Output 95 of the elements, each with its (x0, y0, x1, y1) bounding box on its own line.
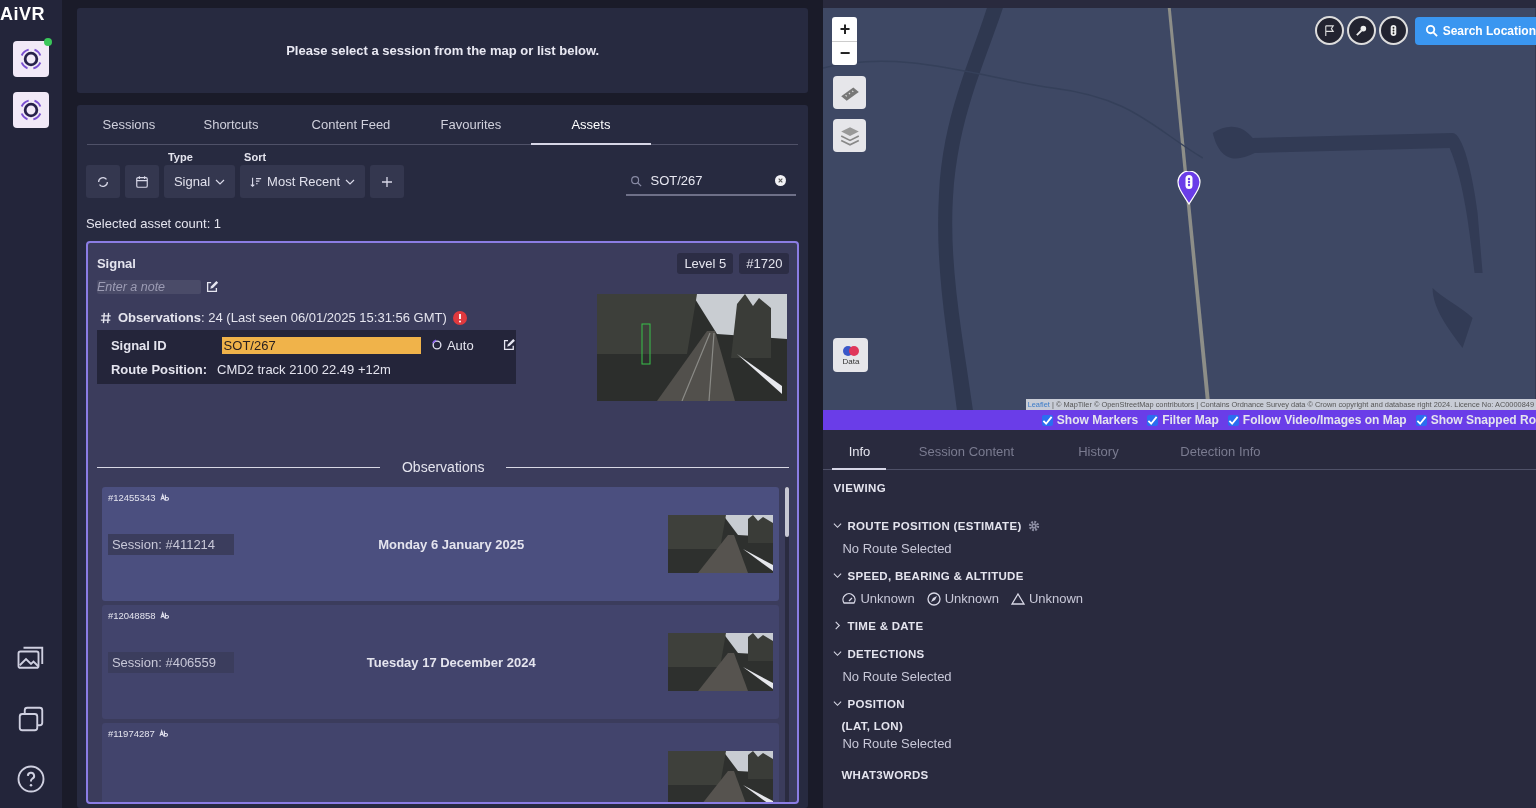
chevron-icon (833, 621, 843, 630)
observation-id: #12455343 (107, 492, 156, 503)
tab[interactable]: Shortcuts (170, 105, 291, 145)
mode-label: Auto (446, 337, 474, 353)
clear-icon[interactable] (775, 175, 787, 186)
caret-icon (345, 178, 356, 185)
section-title: DETECTIONS (847, 647, 925, 660)
layers-icon (838, 124, 861, 147)
tab[interactable]: Assets (530, 105, 651, 145)
app-switcher[interactable] (12, 41, 49, 77)
session-label: Session: #406559 (107, 651, 234, 673)
type-dropdown[interactable]: Signal (163, 165, 236, 198)
checkbox[interactable] (1041, 414, 1053, 426)
observation-id: #12048858 (107, 610, 156, 621)
asset-tag: Level 5 (677, 253, 734, 274)
section-title: TIME & DATE (847, 619, 924, 632)
zoom-in-button[interactable]: + (832, 17, 858, 41)
section-title: POSITION (847, 697, 905, 710)
observations-heading: Observations (401, 459, 485, 475)
checkbox[interactable] (1415, 414, 1427, 426)
hash-icon (99, 311, 112, 324)
session-label: Session: #411214 (107, 533, 234, 555)
search-icon (630, 175, 643, 187)
chevron-icon (833, 649, 843, 658)
flag-icon (1322, 24, 1336, 37)
tab[interactable]: Info (832, 436, 887, 470)
field-label: (LAT, LON) (841, 720, 905, 732)
speedometer-icon (842, 591, 857, 606)
plus-icon (381, 175, 394, 188)
chevron-icon (833, 521, 843, 530)
section-toggle[interactable]: TIME & DATE (833, 619, 924, 632)
app-logo: AiVR (0, 4, 45, 25)
triangle-icon (1010, 591, 1025, 606)
signal-marker-icon[interactable] (1177, 171, 1202, 205)
field-label: Route Position: (110, 361, 207, 377)
chevron-icon (833, 571, 843, 580)
refresh-icon (95, 174, 110, 189)
section-value: No Route Selected (842, 541, 953, 556)
compass-icon (926, 591, 941, 606)
help-icon[interactable] (15, 764, 46, 794)
checkbox[interactable] (1227, 414, 1239, 426)
chevron-icon (833, 699, 843, 708)
option-label: Follow Video/Images on Map (1242, 413, 1407, 427)
calendar-button[interactable] (124, 165, 159, 198)
field-value: SOT/267 (221, 336, 421, 354)
data-logo-icon (840, 344, 861, 357)
observation-date: Monday 6 January 2025 (377, 536, 526, 552)
tab[interactable]: Content Feed (290, 105, 411, 145)
asset-tag: #1720 (739, 253, 790, 274)
checkbox[interactable] (1147, 414, 1159, 426)
section-toggle[interactable]: DETECTIONS (833, 647, 925, 660)
refresh-button[interactable] (85, 165, 120, 198)
section-heading: VIEWING (833, 482, 888, 494)
calendar-icon (134, 174, 149, 189)
tab[interactable]: Sessions (86, 105, 171, 145)
settings-icon[interactable] (1027, 519, 1040, 532)
app-switcher[interactable] (12, 92, 49, 128)
observation-id: #11974287 (107, 728, 155, 739)
field-label: Signal ID (110, 337, 168, 353)
observation-item[interactable]: #12455343 Session: #411214 Monday 6 January 2025 (101, 487, 780, 601)
search-icon (1424, 24, 1438, 37)
selected-count: Selected asset count: 1 (85, 216, 223, 231)
type-label: Type (166, 151, 194, 163)
add-button[interactable] (370, 165, 405, 198)
sort-label: Sort (243, 151, 268, 163)
caret-icon (215, 178, 226, 185)
edit-icon[interactable] (502, 338, 516, 352)
layers-button[interactable] (833, 119, 867, 152)
asset-title: Signal (96, 256, 137, 271)
spinner-icon (430, 339, 443, 351)
option-label: Show Snapped Ro (1430, 413, 1536, 427)
reading-value: Unknown (1028, 591, 1084, 606)
option-label: Show Markers (1056, 413, 1139, 427)
field-value: No Route Selected (842, 736, 953, 751)
field-label: WHAT3WORDS (841, 769, 930, 781)
sort-dropdown[interactable]: Most Recent (240, 165, 366, 198)
observation-item[interactable]: #11974287 (101, 723, 780, 802)
sort-icon (250, 175, 263, 188)
reading-value: Unknown (944, 591, 999, 606)
section-toggle[interactable]: POSITION (833, 697, 905, 710)
measure-button[interactable] (833, 76, 867, 109)
tab[interactable]: Favourites (410, 105, 531, 145)
data-button[interactable]: Data (833, 338, 869, 372)
option-label: Filter Map (1162, 413, 1219, 427)
observations-summary: Observations: 24 (Last seen 06/01/2025 15:31:56 GMT) (117, 310, 447, 325)
edit-icon[interactable] (204, 280, 219, 294)
observation-item[interactable]: #12048858 Session: #406559 Tuesday 17 December 2024 (101, 605, 780, 719)
key-icon (1354, 24, 1368, 37)
banner-message: Please select a session from the map or list below. (286, 43, 600, 58)
reading-value: Unknown (860, 591, 915, 606)
field-value: CMD2 track 2100 22.49 +12m (217, 361, 391, 377)
section-value: No Route Selected (842, 669, 953, 684)
zoom-out-button[interactable]: − (832, 41, 858, 65)
note-field[interactable]: Enter a note (96, 280, 201, 294)
observation-date: Tuesday 17 December 2024 (365, 654, 537, 670)
